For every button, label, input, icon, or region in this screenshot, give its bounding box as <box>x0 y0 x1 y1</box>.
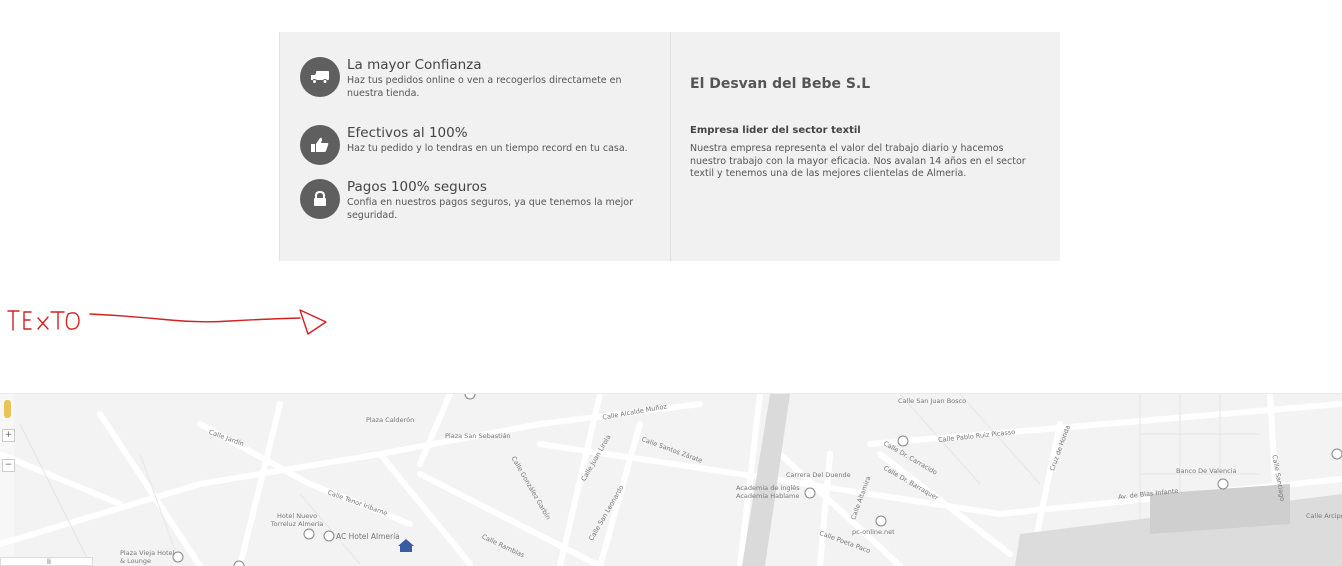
thumbs-up-icon <box>300 125 340 165</box>
place-label: Plaza San Sebastián <box>445 432 511 440</box>
annotation-drawing <box>7 309 327 335</box>
feature-description: Haz tus pedidos online o ven a recogerlo… <box>347 75 622 99</box>
street-label: Calle Arcipreste <box>1306 512 1342 520</box>
street-label: Carrera Del Duende <box>786 471 851 479</box>
feature-title: Pagos 100% seguros <box>347 179 487 195</box>
zoom-in-button[interactable]: + <box>2 429 15 442</box>
map-streets <box>0 394 1342 566</box>
place-label: pc-online.net <box>852 528 895 536</box>
feature-title: Efectivos al 100% <box>347 125 468 141</box>
place-label: Plaza Calderón <box>366 416 415 424</box>
place-label: Hotel Nuevo Torreluz Almería <box>270 512 324 528</box>
company-info: El Desvan del Bebe S.L Empresa lider del… <box>690 76 1035 181</box>
place-label: Banco De Valencia <box>1176 467 1237 475</box>
map[interactable]: Calle Alcalde Muñoz Calle San Juan Bosco… <box>0 393 1342 566</box>
place-label: Academia de inglés Academia Hablame <box>736 484 800 500</box>
company-subtitle: Empresa lider del sector textil <box>690 125 861 136</box>
company-description: Nuestra empresa representa el valor del … <box>690 143 1026 179</box>
info-panel: La mayor Confianza Haz tus pedidos onlin… <box>279 32 1060 261</box>
feature-description: Confia en nuestros pagos seguros, ya que… <box>347 197 634 221</box>
place-label: Plaza Vieja Hotel & Lounge <box>120 549 175 565</box>
feature-title: La mayor Confianza <box>347 57 482 73</box>
handwritten-annotation <box>0 290 340 350</box>
street-label: Calle San Juan Bosco <box>898 397 967 405</box>
feature-description: Haz tu pedido y lo tendras en un tiempo … <box>347 143 628 154</box>
zoom-out-button[interactable]: − <box>2 459 15 472</box>
place-label: AC Hotel Almería <box>336 532 400 541</box>
company-name: El Desvan del Bebe S.L <box>690 76 871 92</box>
panel-divider <box>670 32 671 261</box>
truck-icon <box>300 57 340 97</box>
lock-icon <box>300 179 340 219</box>
